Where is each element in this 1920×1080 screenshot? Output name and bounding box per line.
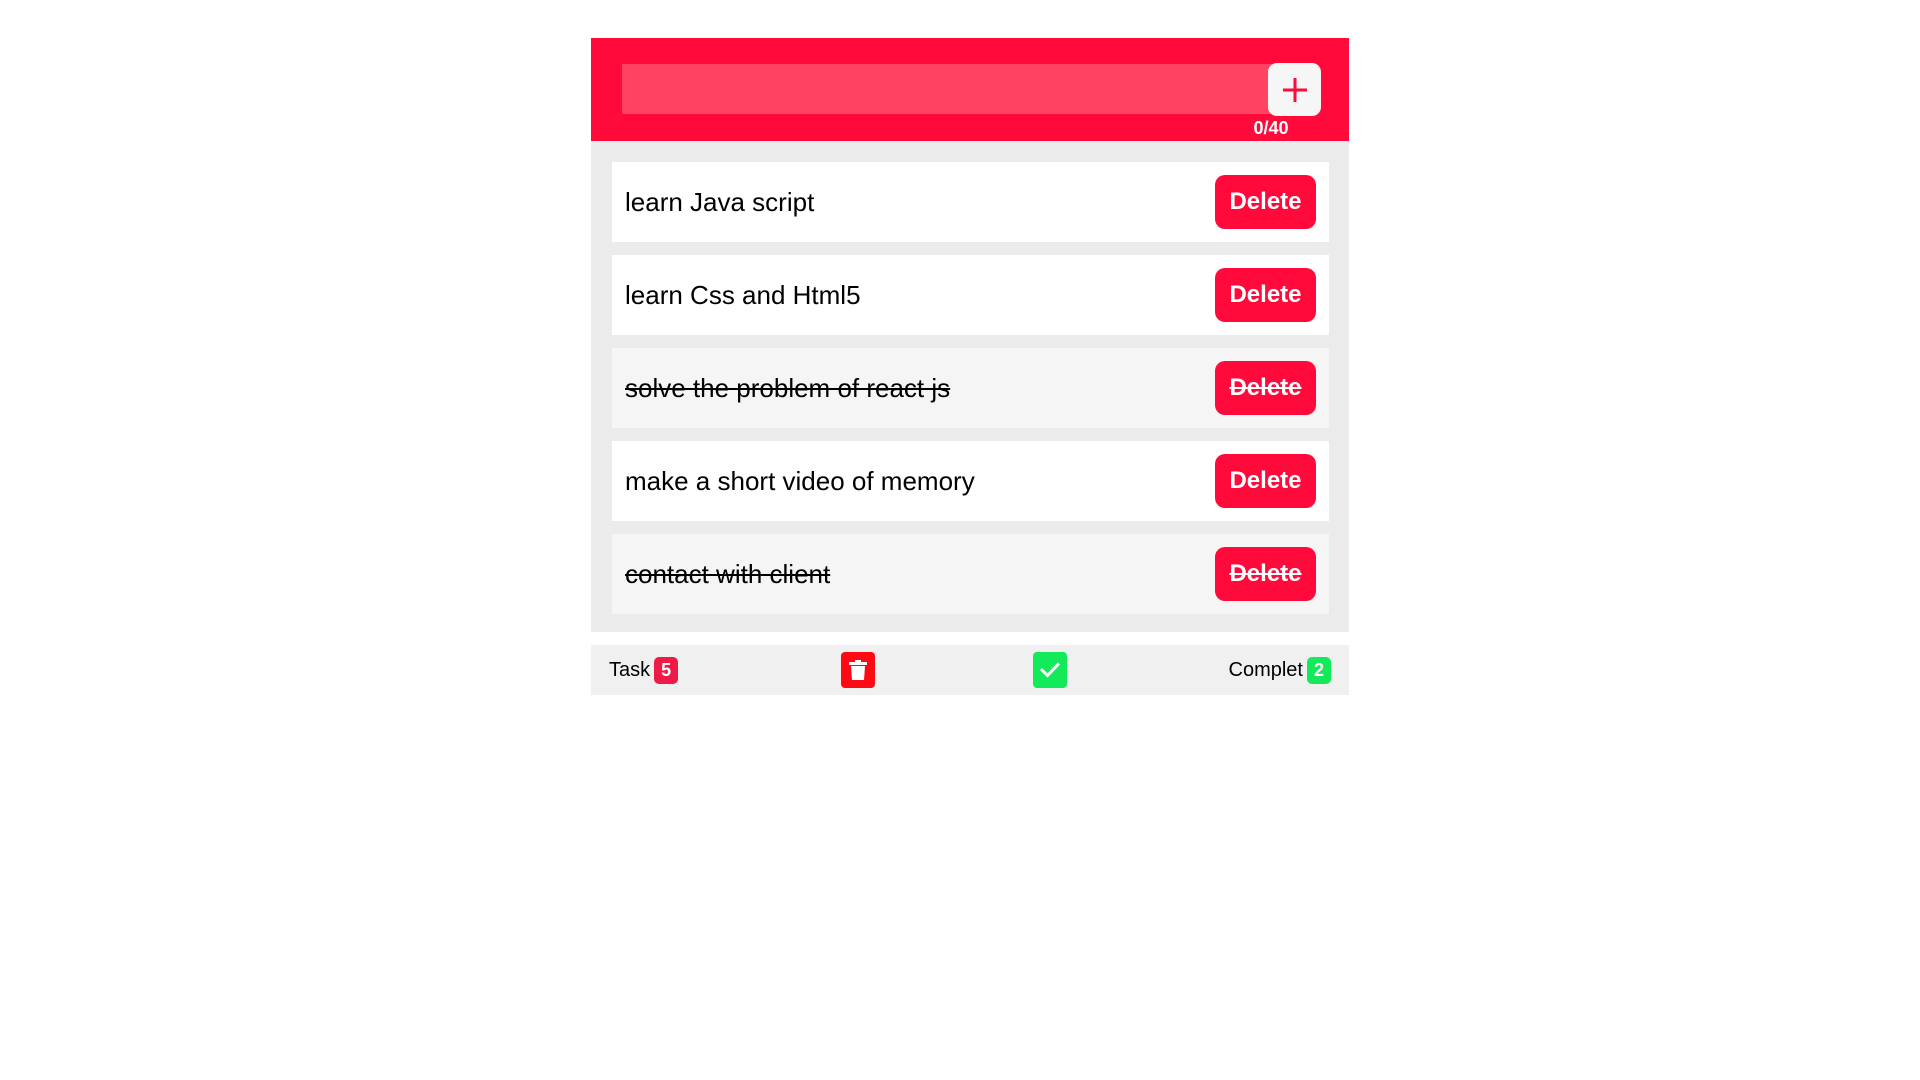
task-item[interactable]: learn Java script Delete xyxy=(612,162,1329,242)
todo-app: 0/40 learn Java script Delete learn Css … xyxy=(591,38,1349,695)
task-count-badge: 5 xyxy=(654,656,679,684)
trash-icon xyxy=(849,660,867,680)
complete-counter-label: Complet xyxy=(1228,658,1303,681)
task-item[interactable]: solve the problem of react js Delete xyxy=(612,348,1329,428)
task-text: learn Java script xyxy=(625,186,815,217)
task-text: solve the problem of react js xyxy=(625,372,951,403)
delete-button[interactable]: Delete xyxy=(1215,454,1316,508)
delete-button[interactable]: Delete xyxy=(1215,547,1316,601)
task-text: contact with client xyxy=(625,558,831,589)
header: 0/40 xyxy=(591,38,1349,141)
task-item[interactable]: contact with client Delete xyxy=(612,534,1329,614)
complete-count-badge: 2 xyxy=(1307,656,1331,684)
char-counter: 0/40 xyxy=(1253,118,1289,138)
add-task-button[interactable] xyxy=(1268,63,1321,116)
delete-button[interactable]: Delete xyxy=(1215,268,1316,322)
task-input[interactable] xyxy=(622,64,1272,114)
delete-button[interactable]: Delete xyxy=(1215,175,1316,229)
delete-button[interactable]: Delete xyxy=(1215,361,1316,415)
clear-all-button[interactable] xyxy=(841,652,875,688)
task-text: learn Css and Html5 xyxy=(625,279,861,310)
footer-bar: Task 5 Complet 2 xyxy=(591,645,1349,695)
task-item[interactable]: make a short video of memory Delete xyxy=(612,441,1329,521)
task-counter-label: Task xyxy=(609,658,651,681)
plus-icon xyxy=(1282,77,1307,102)
task-text: make a short video of memory xyxy=(625,465,975,496)
checkmark-icon xyxy=(1040,662,1060,678)
complete-all-button[interactable] xyxy=(1033,652,1067,688)
task-item[interactable]: learn Css and Html5 Delete xyxy=(612,255,1329,335)
task-list: learn Java script Delete learn Css and H… xyxy=(591,141,1349,632)
complete-counter: Complet 2 xyxy=(1229,645,1331,695)
task-counter: Task 5 xyxy=(609,645,679,695)
